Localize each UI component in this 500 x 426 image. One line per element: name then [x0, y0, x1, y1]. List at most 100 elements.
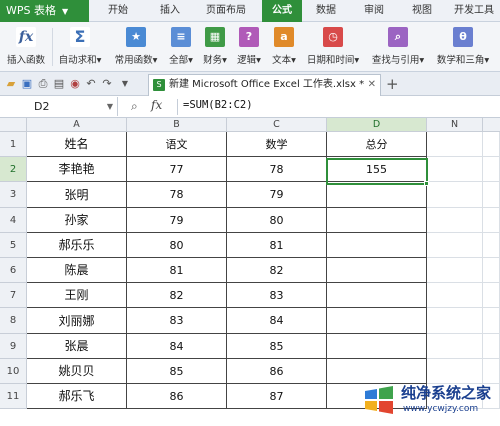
- fill-handle[interactable]: [424, 181, 429, 186]
- folder-icon[interactable]: ▰: [4, 77, 18, 91]
- cell-empty[interactable]: [427, 182, 483, 208]
- select-all-corner[interactable]: [0, 118, 27, 132]
- cell-math-score[interactable]: 79: [227, 182, 327, 208]
- cell-name[interactable]: 刘丽娜: [27, 308, 127, 334]
- cell-chinese-score[interactable]: 84: [127, 334, 227, 359]
- column-header-a[interactable]: A: [27, 118, 127, 132]
- name-box[interactable]: D2 ▼: [0, 97, 118, 116]
- undo-icon[interactable]: ↶: [84, 77, 98, 91]
- cell-chinese-score[interactable]: 86: [127, 384, 227, 409]
- cell-name[interactable]: 李艳艳: [27, 157, 127, 182]
- cell-chinese-score[interactable]: 83: [127, 308, 227, 334]
- redo-icon[interactable]: ↷: [100, 77, 114, 91]
- cell-total[interactable]: [327, 334, 427, 359]
- row-header[interactable]: 2: [0, 157, 27, 182]
- cell-total[interactable]: 155: [327, 157, 427, 182]
- cell-empty[interactable]: [427, 334, 483, 359]
- header-cell-total[interactable]: 总分: [327, 132, 427, 157]
- cell-empty[interactable]: [483, 308, 500, 334]
- cell-math-score[interactable]: 87: [227, 384, 327, 409]
- row-header[interactable]: 11: [0, 384, 27, 409]
- row-header[interactable]: 5: [0, 233, 27, 258]
- cell-math-score[interactable]: 81: [227, 233, 327, 258]
- print-preview-icon[interactable]: ▤: [52, 77, 66, 91]
- cell-math-score[interactable]: 78: [227, 157, 327, 182]
- common-functions-button[interactable]: ★ 常用函数▾: [110, 22, 162, 72]
- cell-empty[interactable]: [483, 182, 500, 208]
- text-functions-button[interactable]: a 文本▾: [268, 22, 300, 72]
- zoom-icon[interactable]: ⌕: [131, 99, 138, 114]
- autosum-button[interactable]: Σ 自动求和▾: [55, 22, 105, 72]
- cell-empty[interactable]: [483, 258, 500, 283]
- cell-empty[interactable]: [483, 233, 500, 258]
- cell-empty[interactable]: [483, 157, 500, 182]
- row-header[interactable]: 10: [0, 359, 27, 384]
- cell-name[interactable]: 陈晨: [27, 258, 127, 283]
- row-header[interactable]: 4: [0, 208, 27, 233]
- save-icon[interactable]: ▣: [20, 77, 34, 91]
- cell-math-score[interactable]: 85: [227, 334, 327, 359]
- lookup-reference-button[interactable]: ⌕ 查找与引用▾: [368, 22, 428, 72]
- cell-empty[interactable]: [427, 308, 483, 334]
- cell-empty[interactable]: [483, 334, 500, 359]
- print-icon[interactable]: ⎙: [36, 77, 50, 91]
- cell-name[interactable]: 郝乐飞: [27, 384, 127, 409]
- clear-icon[interactable]: ◉: [68, 77, 82, 91]
- cell-empty[interactable]: [427, 233, 483, 258]
- cell-empty[interactable]: [427, 208, 483, 233]
- column-header-n[interactable]: N: [427, 118, 483, 132]
- column-header-extra[interactable]: [483, 118, 500, 132]
- formula-input[interactable]: =SUM(B2:C2): [183, 99, 253, 111]
- tab-developer[interactable]: 开发工具: [448, 0, 500, 22]
- column-header-d[interactable]: D: [327, 118, 427, 132]
- row-header[interactable]: 6: [0, 258, 27, 283]
- cell-total[interactable]: [327, 258, 427, 283]
- customize-dropdown-icon[interactable]: ▼: [118, 77, 132, 91]
- cell-math-score[interactable]: 83: [227, 283, 327, 308]
- cell-chinese-score[interactable]: 79: [127, 208, 227, 233]
- cell-total[interactable]: [327, 208, 427, 233]
- close-icon[interactable]: ✕: [368, 75, 376, 95]
- cell-empty[interactable]: [427, 283, 483, 308]
- row-header[interactable]: 9: [0, 334, 27, 359]
- cell-math-score[interactable]: 82: [227, 258, 327, 283]
- cell-empty[interactable]: [427, 157, 483, 182]
- cell-name[interactable]: 郝乐乐: [27, 233, 127, 258]
- cell-chinese-score[interactable]: 81: [127, 258, 227, 283]
- cell-name[interactable]: 张明: [27, 182, 127, 208]
- column-header-c[interactable]: C: [227, 118, 327, 132]
- cell-empty[interactable]: [483, 132, 500, 157]
- tab-formulas[interactable]: 公式: [262, 0, 302, 22]
- fx-icon[interactable]: fx: [151, 98, 162, 112]
- cell-chinese-score[interactable]: 78: [127, 182, 227, 208]
- date-time-button[interactable]: ◷ 日期和时间▾: [304, 22, 362, 72]
- insert-function-button[interactable]: fx 插入函数: [2, 22, 50, 72]
- row-header[interactable]: 8: [0, 308, 27, 334]
- tab-review[interactable]: 审阅: [356, 0, 392, 22]
- header-cell-name[interactable]: 姓名: [27, 132, 127, 157]
- math-trig-button[interactable]: θ 数学和三角▾: [432, 22, 494, 72]
- tab-insert[interactable]: 插入: [152, 0, 188, 22]
- tab-page-layout[interactable]: 页面布局: [198, 0, 254, 22]
- all-functions-button[interactable]: ≡ 全部▾: [166, 22, 196, 72]
- finance-button[interactable]: ▦ 财务▾: [200, 22, 230, 72]
- cell-math-score[interactable]: 84: [227, 308, 327, 334]
- cell-total[interactable]: [327, 308, 427, 334]
- row-header[interactable]: 7: [0, 283, 27, 308]
- app-menu-button[interactable]: WPS 表格 ▼: [0, 0, 89, 22]
- cell-math-score[interactable]: 86: [227, 359, 327, 384]
- document-tab[interactable]: S 新建 Microsoft Office Excel 工作表.xlsx * ✕: [148, 74, 381, 96]
- cell-chinese-score[interactable]: 77: [127, 157, 227, 182]
- tab-home[interactable]: 开始: [100, 0, 136, 22]
- cell-math-score[interactable]: 80: [227, 208, 327, 233]
- cell-chinese-score[interactable]: 82: [127, 283, 227, 308]
- row-header[interactable]: 1: [0, 132, 27, 157]
- cell-empty[interactable]: [427, 258, 483, 283]
- cell-total[interactable]: [327, 283, 427, 308]
- cell-chinese-score[interactable]: 85: [127, 359, 227, 384]
- tab-data[interactable]: 数据: [308, 0, 344, 22]
- cell-total[interactable]: [327, 182, 427, 208]
- cell-empty[interactable]: [483, 208, 500, 233]
- logic-button[interactable]: ? 逻辑▾: [234, 22, 264, 72]
- cell-name[interactable]: 孙家: [27, 208, 127, 233]
